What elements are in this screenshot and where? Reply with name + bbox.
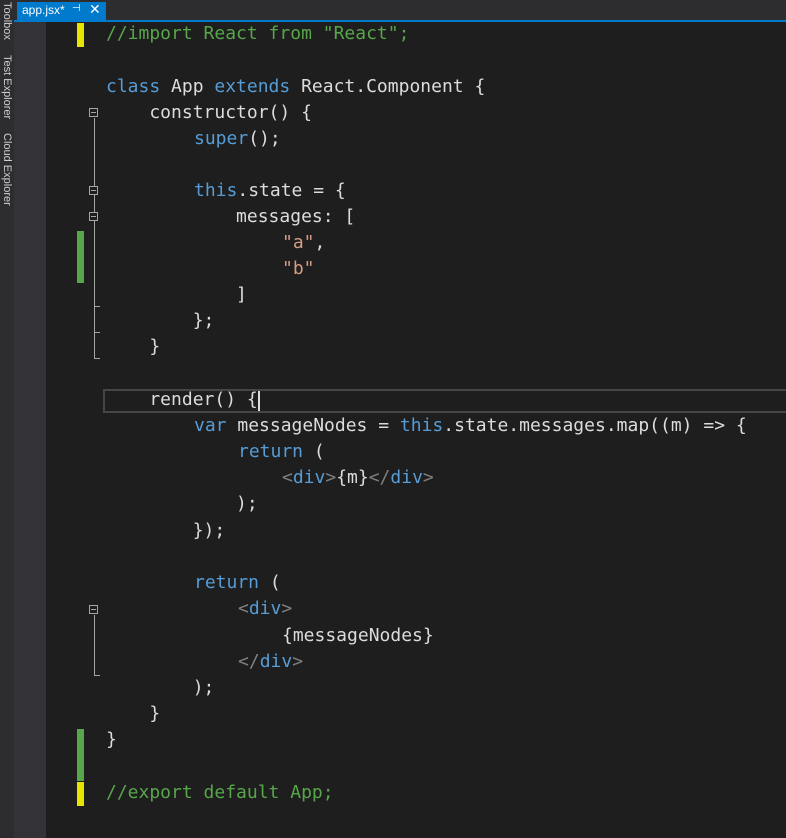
tag-bracket: < (238, 598, 249, 619)
code-line-5[interactable]: super(); (194, 129, 281, 149)
code-line-13[interactable]: } (106, 337, 160, 357)
code-text: React.Component { (290, 76, 486, 97)
code-line-1[interactable]: //import React from "React"; (106, 24, 409, 44)
keyword: this (194, 180, 238, 201)
tag-bracket: </ (238, 651, 260, 672)
tag-bracket: </ (368, 467, 391, 488)
code-line-20[interactable]: }); (106, 521, 226, 541)
change-indicator-unsaved (77, 782, 84, 806)
code-text: messageNodes = (226, 415, 400, 436)
code-line-30[interactable]: //export default App; (106, 783, 334, 803)
code-line-16[interactable]: var messageNodes = this.state.messages.m… (194, 416, 747, 436)
tool-window-sidebar: Toolbox Test Explorer Cloud Explorer (0, 0, 14, 838)
tag-name: div (259, 651, 293, 672)
collapse-icon[interactable] (89, 108, 98, 117)
keyword: return (238, 441, 304, 462)
code-text: ( (259, 572, 281, 593)
code-line-28[interactable]: } (106, 730, 117, 750)
toolbox-tab[interactable]: Toolbox (0, 2, 14, 40)
cloud-explorer-tab[interactable]: Cloud Explorer (0, 133, 14, 206)
code-line-4[interactable]: constructor() { (106, 103, 312, 123)
document-tab-strip (14, 0, 786, 22)
code-line-15[interactable]: render() { (106, 390, 257, 410)
close-icon[interactable]: ✕ (89, 1, 101, 18)
code-line-17[interactable]: return ( (238, 442, 325, 462)
tab-app-jsx[interactable]: app.jsx* ⊣ ✕ (17, 1, 106, 20)
code-line-19[interactable]: ); (106, 494, 258, 514)
change-indicator-saved (77, 231, 84, 283)
code-line-10[interactable]: "b" (282, 259, 315, 279)
code-text: .state.messages.map((m) => { (443, 415, 747, 436)
tag-name: div (248, 598, 282, 619)
tag-bracket: < (282, 467, 293, 488)
change-indicator-saved (77, 729, 84, 781)
code-line-24[interactable]: {messageNodes} (282, 626, 434, 646)
keyword: return (194, 572, 260, 593)
code-text: .state = { (237, 180, 346, 201)
keyword: super (194, 128, 249, 149)
code-line-22[interactable]: return ( (194, 573, 281, 593)
string: "a" (282, 232, 315, 253)
class-name: App (160, 76, 215, 97)
code-line-12[interactable]: }; (106, 311, 215, 331)
code-text: (); (248, 128, 281, 149)
tab-title: app.jsx* (22, 3, 65, 17)
keyword: extends (214, 76, 291, 97)
code-line-25[interactable]: </div> (238, 652, 303, 672)
code-text: ( (303, 441, 325, 462)
code-line-3[interactable]: class App extends React.Component { (106, 77, 485, 97)
code-line-23[interactable]: <div> (238, 599, 292, 619)
text-caret (258, 391, 260, 411)
code-line-7[interactable]: this.state = { (194, 181, 346, 201)
collapse-icon[interactable] (89, 212, 98, 221)
code-line-8[interactable]: messages: [ (106, 207, 355, 227)
keyword: this (399, 415, 444, 436)
pin-icon[interactable]: ⊣ (72, 3, 81, 14)
collapse-icon[interactable] (89, 605, 98, 614)
tag-name: div (390, 467, 423, 488)
outline-guide-end (94, 332, 100, 333)
outline-guide-end (94, 306, 100, 307)
tag-bracket: > (281, 598, 293, 619)
tag-bracket: > (422, 467, 434, 488)
keyword: class (106, 76, 161, 97)
keyword: var (194, 415, 227, 436)
outline-guide (94, 615, 95, 675)
collapse-icon[interactable] (89, 186, 98, 195)
code-line-18[interactable]: <div>{m}</div> (282, 468, 434, 488)
test-explorer-tab[interactable]: Test Explorer (0, 55, 14, 119)
editor-gutter (14, 22, 46, 838)
tag-bracket: > (325, 467, 337, 488)
outline-guide-end (94, 675, 100, 676)
tag-name: div (292, 467, 326, 488)
code-line-26[interactable]: ); (106, 678, 215, 698)
code-text: {m} (336, 467, 369, 488)
tag-bracket: > (292, 651, 304, 672)
outline-guide-end (94, 358, 100, 359)
change-indicator-unsaved (77, 23, 84, 47)
code-line-9[interactable]: "a", (282, 233, 325, 253)
code-line-11[interactable]: ] (106, 285, 247, 305)
outline-guide (94, 118, 95, 358)
code-text: , (314, 232, 326, 253)
code-line-27[interactable]: } (106, 704, 160, 724)
